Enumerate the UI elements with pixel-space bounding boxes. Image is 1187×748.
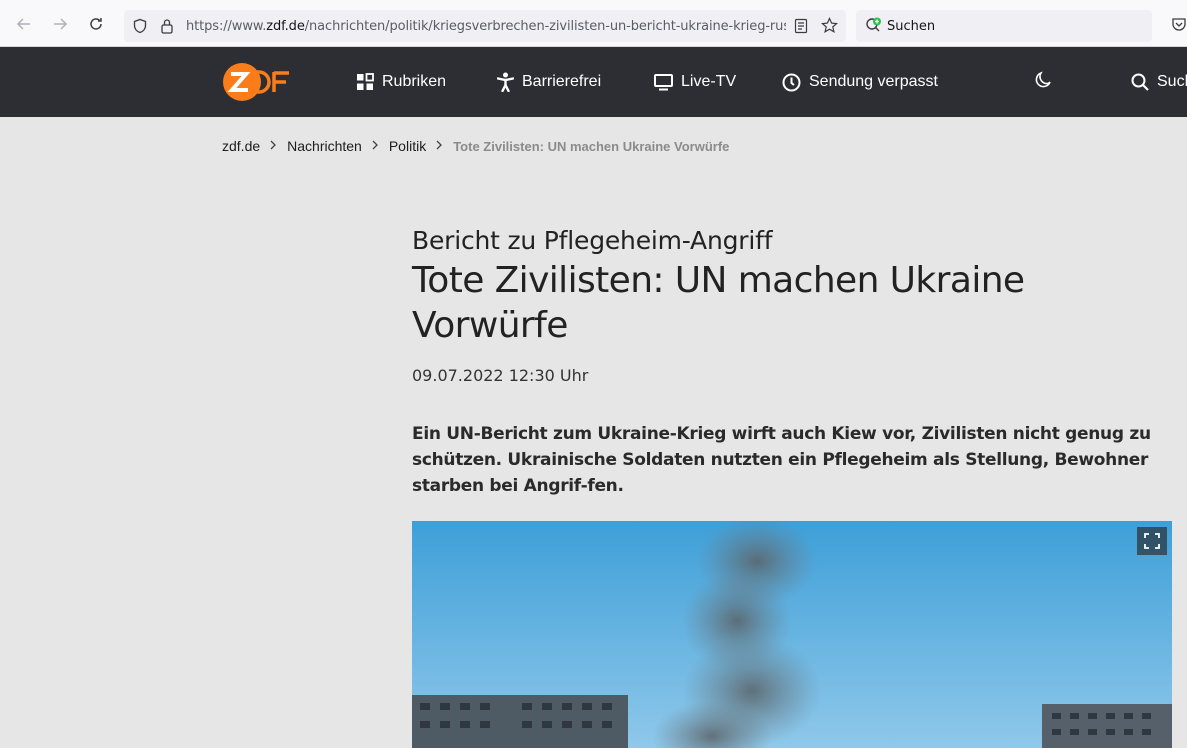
reload-icon <box>90 18 102 30</box>
arrow-left-icon <box>16 18 30 30</box>
breadcrumb-current: Tote Zivilisten: UN machen Ukraine Vorwü… <box>453 138 730 154</box>
reload-button[interactable] <box>85 13 107 35</box>
search-icon <box>1131 73 1149 91</box>
chevron-right-icon <box>270 139 277 153</box>
breadcrumb-home[interactable]: zdf.de <box>222 138 260 154</box>
nav-sendung-verpasst-label: Sendung verpasst <box>809 73 938 90</box>
site-header: Rubriken Barrierefrei Live-TV Sendung ve… <box>0 47 1187 117</box>
clock-icon <box>782 73 801 92</box>
nav-barrierefrei-label: Barrierefrei <box>522 73 602 90</box>
zdf-logo[interactable] <box>222 62 292 102</box>
lock-icon[interactable] <box>160 18 174 34</box>
site-search-button[interactable]: Suche <box>1131 71 1187 93</box>
article-hero-image[interactable] <box>412 521 1172 748</box>
article-kicker: Bericht zu Pflegeheim-Angriff <box>412 226 773 255</box>
accessibility-icon <box>497 72 514 92</box>
nav-barrierefrei[interactable]: Barrierefrei <box>497 71 601 93</box>
dark-mode-toggle[interactable] <box>1034 71 1053 93</box>
pocket-button[interactable] <box>1168 13 1187 35</box>
url-text: https://www.zdf.de/nachrichten/politik/k… <box>186 19 786 34</box>
breadcrumb-nachrichten[interactable]: Nachrichten <box>287 138 362 154</box>
nav-sendung-verpasst[interactable]: Sendung verpasst <box>782 71 938 93</box>
breadcrumb-politik[interactable]: Politik <box>389 138 426 154</box>
article-lead: Ein UN-Bericht zum Ukraine-Krieg wirft a… <box>412 424 1151 496</box>
nav-live-tv-label: Live-TV <box>681 73 737 90</box>
fullscreen-button[interactable] <box>1137 527 1167 555</box>
back-button[interactable] <box>13 13 35 35</box>
browser-toolbar: https://www.zdf.de/nachrichten/politik/k… <box>0 0 1187 47</box>
nav-rubriken-label: Rubriken <box>382 73 447 90</box>
search-engine-icon <box>866 17 881 32</box>
nav-live-tv[interactable]: Live-TV <box>654 71 736 93</box>
browser-search-placeholder: Suchen <box>887 19 936 34</box>
reader-view-icon[interactable] <box>794 18 808 34</box>
breadcrumb: zdf.de Nachrichten Politik Tote Zivilist… <box>222 138 729 154</box>
fullscreen-icon <box>1144 533 1160 549</box>
moon-icon <box>1034 70 1053 94</box>
nav-rubriken[interactable]: Rubriken <box>356 71 446 93</box>
shield-icon[interactable] <box>132 18 148 34</box>
grid-icon <box>356 73 374 91</box>
article-date: 09.07.2022 12:30 Uhr <box>412 366 589 385</box>
tv-icon <box>654 73 673 91</box>
article-headline: Tote Zivilisten: UN machen Ukraine Vorwü… <box>412 260 1025 346</box>
chevron-right-icon <box>436 139 443 153</box>
site-search-label: Suche <box>1157 73 1187 90</box>
hero-photo <box>412 521 1172 748</box>
chevron-right-icon <box>372 139 379 153</box>
browser-search-field[interactable]: Suchen <box>856 10 1152 42</box>
forward-button[interactable] <box>49 13 71 35</box>
pocket-icon <box>1172 18 1186 31</box>
arrow-right-icon <box>54 18 68 30</box>
bookmark-star-icon[interactable] <box>821 17 838 34</box>
address-bar[interactable]: https://www.zdf.de/nachrichten/politik/k… <box>124 10 846 42</box>
